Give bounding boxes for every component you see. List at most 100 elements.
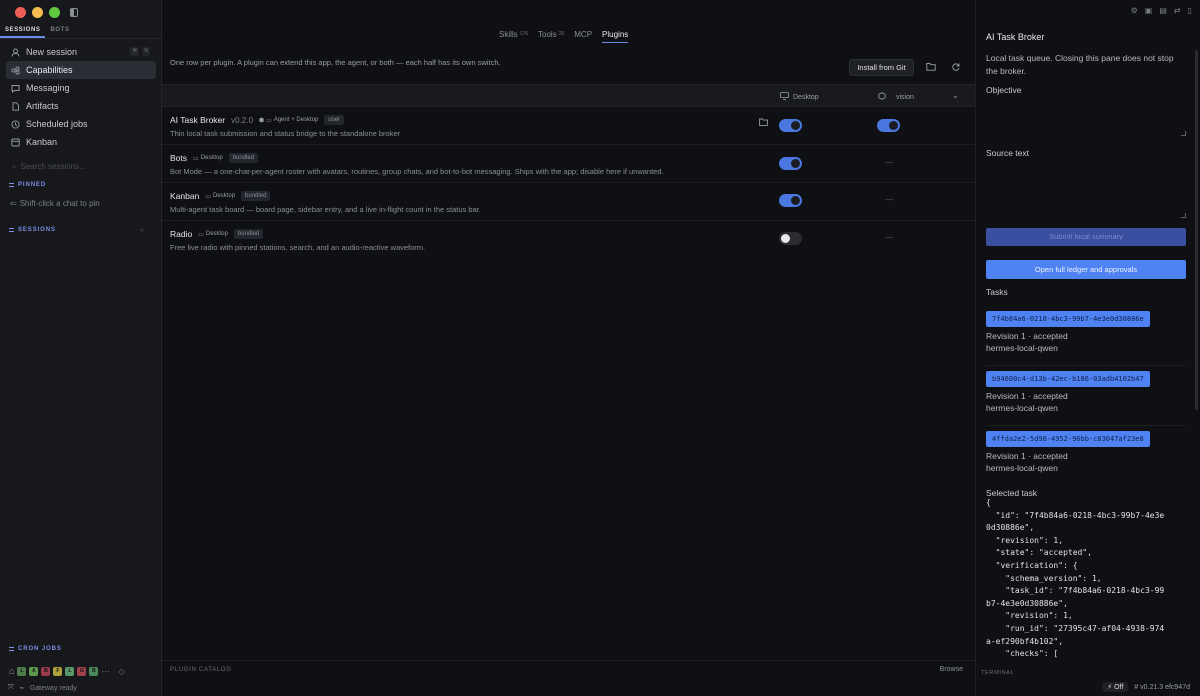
sidebar: SESSIONS BOTS New session ⌘ N Capabiliti… [0,0,162,696]
app-icon[interactable]: L [65,666,75,676]
plugin-description: Free live radio with pinned stations, se… [170,243,426,252]
cron-jobs-section-header[interactable]: CRON JOBS [9,646,62,652]
pane-scrollbar[interactable] [1195,50,1198,410]
app-icon[interactable]: B [41,666,51,676]
gateway-status: ⤧ ⌁ Gateway ready [8,684,77,692]
plugin-catalog-label: PLUGIN CATALOG [170,667,232,673]
submit-local-summary-button[interactable]: Submit local summary [986,228,1186,246]
task-id-button[interactable]: 4ffda2e2-5d98-4952-96bb-c83047af23e8 [986,431,1150,447]
refresh-icon[interactable] [951,62,961,72]
plugin-catalog-footer: PLUGIN CATALOG Browse [162,660,975,696]
monitor-icon: ▭ [198,231,204,238]
app-icon[interactable]: G [77,666,87,676]
kbd-n: N [142,47,150,56]
folder-icon[interactable] [926,62,936,72]
shortcut-hint: ⌘ N [130,47,150,56]
close-window-button[interactable] [15,7,26,18]
open-ledger-button[interactable]: Open full ledger and approvals [986,260,1186,279]
app-icon[interactable]: L [17,666,27,676]
plugin-source-badge: bundled [228,153,259,163]
minimize-window-button[interactable] [32,7,43,18]
app-icon[interactable]: F [53,666,63,676]
plugin-name: Radio [170,229,193,239]
message-icon[interactable]: ▤ [1159,6,1167,15]
vision-not-applicable: — [885,233,893,242]
install-from-git-button[interactable]: Install from Git [849,59,914,76]
diamond-icon[interactable]: ◇ [118,667,124,676]
plugin-scope-text: Desktop [212,193,235,199]
more-icon[interactable]: ⋯ [101,667,109,676]
task-id-button[interactable]: b94600c4-d13b-42ec-b186-03adb4102b47 [986,371,1150,387]
browse-button[interactable]: Browse [940,666,963,673]
sidebar-item-scheduled-jobs[interactable]: Scheduled jobs [6,115,156,133]
task-revision: Revision 1 · accepted [986,331,1068,341]
tab-mcp[interactable]: MCP [574,30,592,43]
tab-sessions[interactable]: SESSIONS [0,26,46,38]
sidebar-item-new-session[interactable]: New session ⌘ N [6,43,156,61]
desktop-toggle[interactable] [779,157,802,170]
power-toggle[interactable]: ⚡ Off [1102,682,1129,692]
objective-label: Objective [986,85,1022,95]
open-folder-icon[interactable] [759,118,768,128]
column-vision[interactable]: vision [878,92,914,102]
desktop-toggle[interactable] [779,194,802,207]
column-desktop-label: Desktop [793,93,819,101]
tab-bots[interactable]: BOTS [45,26,74,38]
tab-plugins[interactable]: Plugins [602,30,629,43]
bottom-toolbar: ⌂ L A B F L G B ⋯ ◇ [9,666,125,676]
sidebar-item-label: Scheduled jobs [26,119,88,129]
maximize-window-button[interactable] [49,7,60,18]
vision-toggle[interactable] [877,119,900,132]
app-icon[interactable]: A [29,666,39,676]
pin-hint: ⇐ Shift-click a chat to pin [10,199,100,208]
gear-icon[interactable]: ⚙ [1131,6,1138,15]
sidebar-nav: New session ⌘ N Capabilities Messaging A… [6,43,156,151]
plugin-row-kanban[interactable]: Kanban ▭ Desktop bundled Multi-agent task… [162,183,975,221]
tab-skills[interactable]: Skills 176 [499,30,528,43]
plugin-row-bots[interactable]: Bots ▭ Desktop bundled Bot Mode — a one-c… [162,145,975,183]
panel-icon[interactable]: ▯ [1188,6,1192,15]
gateway-status-text: Gateway ready [29,684,77,692]
sidebar-toggle-icon[interactable] [70,8,78,17]
plugin-scope: ▭ Desktop [198,231,228,238]
task-id-button[interactable]: 7f4b84a6-0218-4bc3-99b7-4e3e0d30886e [986,311,1150,327]
task-item[interactable]: b94600c4-d13b-42ec-b186-03adb4102b47 Rev… [986,371,1186,414]
plugin-source-badge: user [324,115,345,125]
sidebar-item-label: Artifacts [26,101,59,111]
activity-icon: ⌁ [19,685,24,692]
plugin-row-ai-task-broker[interactable]: AI Task Broker v0.2.0 ⬢ ▭ Agent + Desktop … [162,107,975,145]
sidebar-item-capabilities[interactable]: Capabilities [6,61,156,79]
filter-icon[interactable]: ▿ [140,227,144,235]
home-icon[interactable]: ⌂ [9,666,14,676]
power-state: Off [1114,684,1124,691]
tab-tools[interactable]: Tools 26 [538,30,564,43]
status-bar: ⚡ Off # v0.21.3 efc947d [1102,682,1190,692]
chevron-down-icon[interactable]: ⌄ [952,91,959,100]
app-icon[interactable]: B [89,666,99,676]
sidebar-item-messaging[interactable]: Messaging [6,79,156,97]
objective-input[interactable] [986,98,1186,136]
search-sessions-input[interactable]: ⌕ Search sessions... [12,162,86,172]
column-desktop: Desktop [780,92,819,102]
tools-icon[interactable]: ⤧ [8,684,14,692]
task-item[interactable]: 7f4b84a6-0218-4bc3-99b7-4e3e0d30886e Rev… [986,311,1186,354]
layout-icon[interactable]: ▣ [1145,6,1153,15]
swap-icon[interactable]: ⇄ [1174,6,1181,15]
sessions-section-header[interactable]: SESSIONS [9,227,56,233]
plugin-row-radio[interactable]: Radio ▭ Desktop bundled Free live radio w… [162,221,975,259]
desktop-toggle[interactable] [779,119,802,132]
task-model: hermes-local-qwen [986,403,1058,413]
search-icon: ⌕ [12,162,17,171]
terminal-label[interactable]: TERMINAL [981,670,1014,676]
tasks-label: Tasks [986,287,1008,297]
desktop-toggle[interactable] [779,232,802,245]
plugin-name: Kanban [170,191,200,201]
plugin-name-group: Kanban ▭ Desktop bundled [170,191,271,201]
source-text-input[interactable] [986,180,1186,218]
sidebar-item-label: Kanban [26,137,58,147]
sidebar-item-artifacts[interactable]: Artifacts [6,97,156,115]
task-item[interactable]: 4ffda2e2-5d98-4952-96bb-c83047af23e8 Rev… [986,431,1186,474]
pinned-label: PINNED [18,182,47,188]
plugin-name: AI Task Broker [170,115,226,125]
sidebar-item-kanban[interactable]: Kanban [6,133,156,151]
